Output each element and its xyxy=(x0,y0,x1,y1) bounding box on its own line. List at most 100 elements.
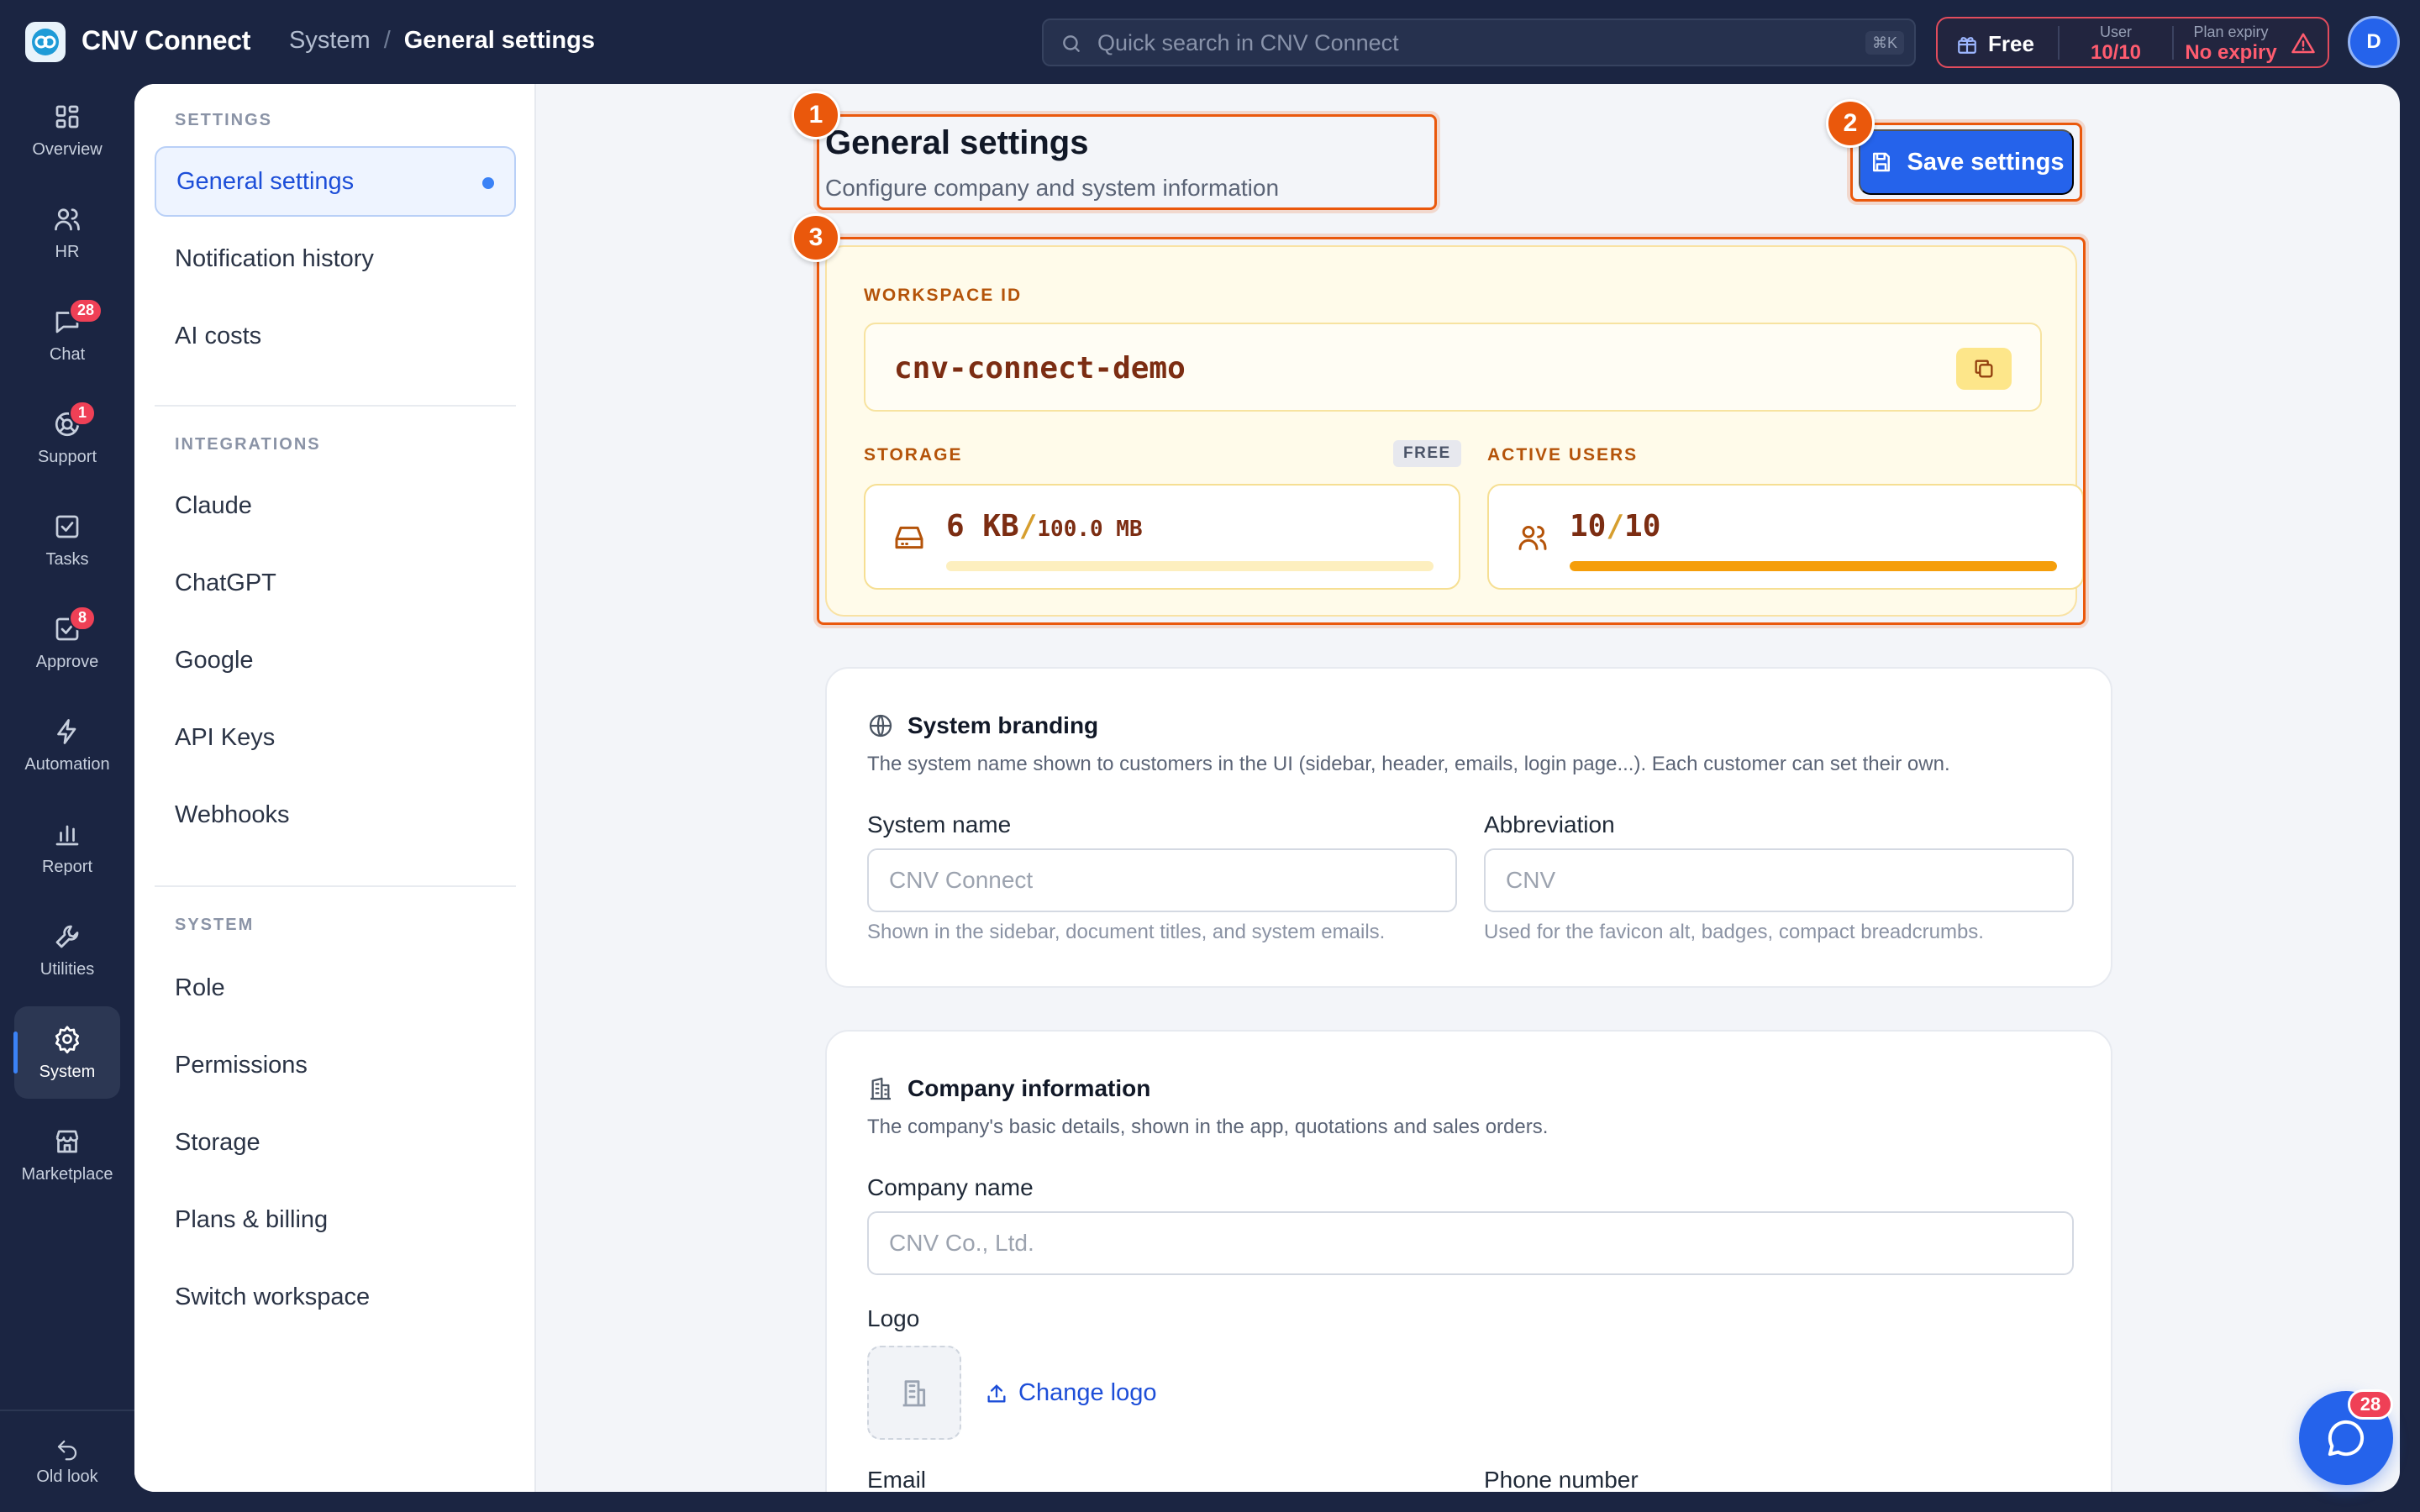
company-name-label: Company name xyxy=(867,1174,1034,1200)
rail-label: System xyxy=(39,1062,96,1081)
plan-badge[interactable]: Free xyxy=(1956,31,2034,57)
company-name-input[interactable] xyxy=(867,1211,2074,1275)
plan-user-count: User 10/10 xyxy=(2062,23,2170,65)
rail-label: Utilities xyxy=(39,959,95,979)
rail-item-chat[interactable]: 28 Chat xyxy=(14,289,120,381)
global-search[interactable]: Quick search in CNV Connect ⌘K xyxy=(1042,18,1916,66)
rail-item-hr[interactable]: HR xyxy=(14,186,120,279)
subnav-item-ai-costs[interactable]: AI costs xyxy=(155,301,516,371)
subnav-item-claude[interactable]: Claude xyxy=(155,470,516,541)
main-panel: SETTINGS General settings Notification h… xyxy=(134,84,2400,1492)
rail-item-report[interactable]: Report xyxy=(14,801,120,894)
breadcrumb-separator: / xyxy=(383,27,391,54)
rail-label: Old look xyxy=(36,1467,98,1486)
rail-label: Marketplace xyxy=(21,1164,113,1184)
bar-chart-icon xyxy=(52,819,82,849)
section-caption-system: SYSTEM xyxy=(175,916,255,934)
rail-item-support[interactable]: 1 Support xyxy=(14,391,120,484)
plan-expiry: Plan expiry No expiry xyxy=(2176,23,2286,65)
globe-icon xyxy=(867,712,894,739)
plan-status[interactable]: Free User 10/10 Plan expiry No expiry xyxy=(1936,17,2329,68)
gift-icon xyxy=(1956,34,1978,55)
rail-label: Tasks xyxy=(45,549,89,569)
plan-expiry-value: No expiry xyxy=(2185,41,2277,64)
search-shortcut: ⌘K xyxy=(1865,31,1904,55)
change-logo-button[interactable]: Change logo xyxy=(985,1379,1156,1407)
rail-item-marketplace[interactable]: Marketplace xyxy=(14,1109,120,1201)
abbreviation-help: Used for the favicon alt, badges, compac… xyxy=(1484,921,1984,943)
change-logo-label: Change logo xyxy=(1018,1379,1157,1406)
subnav-item-switch-workspace[interactable]: Switch workspace xyxy=(155,1262,516,1332)
rail-badge: 1 xyxy=(69,400,96,426)
annotation-marker-3: 3 xyxy=(792,213,840,262)
subnav-item-permissions[interactable]: Permissions xyxy=(155,1030,516,1100)
section-caption-settings: SETTINGS xyxy=(175,111,273,129)
rail-item-automation[interactable]: Automation xyxy=(14,699,120,791)
subnav-item-storage[interactable]: Storage xyxy=(155,1107,516,1178)
section-description: The system name shown to customers in th… xyxy=(867,753,1950,775)
breadcrumb-parent[interactable]: System xyxy=(289,27,371,55)
system-name-input[interactable] xyxy=(867,848,1457,912)
section-description: The company's basic details, shown in th… xyxy=(867,1116,1549,1138)
lightning-icon xyxy=(52,717,82,747)
lifebuoy-icon: 1 xyxy=(52,400,96,439)
rail-label: Automation xyxy=(24,754,110,774)
plan-expiry-caption: Plan expiry xyxy=(2193,24,2269,40)
subnav-item-notification-history[interactable]: Notification history xyxy=(155,223,516,294)
rail-label: HR xyxy=(55,242,80,261)
abbreviation-label: Abbreviation xyxy=(1484,811,1615,837)
logo-placeholder[interactable] xyxy=(867,1346,961,1440)
rail-item-tasks[interactable]: Tasks xyxy=(14,494,120,586)
top-bar: CNV Connect System / General settings Qu… xyxy=(0,0,2420,84)
subnav-item-role[interactable]: Role xyxy=(155,953,516,1023)
annotation-box-3 xyxy=(817,237,2086,625)
system-name-help: Shown in the sidebar, document titles, a… xyxy=(867,921,1386,943)
abbreviation-input[interactable] xyxy=(1484,848,2074,912)
subnav-item-webhooks[interactable]: Webhooks xyxy=(155,780,516,850)
active-dot xyxy=(482,177,494,189)
rail-item-system[interactable]: System xyxy=(13,1006,120,1099)
plan-name: Free xyxy=(1988,31,2034,56)
rail-label: Approve xyxy=(35,652,99,671)
subnav-item-chatgpt[interactable]: ChatGPT xyxy=(155,548,516,618)
app-logo-icon[interactable] xyxy=(25,22,66,62)
rail-label: Overview xyxy=(32,139,103,159)
rail-item-utilities[interactable]: Utilities xyxy=(14,904,120,996)
user-avatar[interactable]: D xyxy=(2348,16,2400,68)
section-title: System branding xyxy=(908,712,1099,738)
rail-label: Support xyxy=(37,447,97,466)
section-caption-integrations: INTEGRATIONS xyxy=(175,435,321,454)
settings-subnav: SETTINGS General settings Notification h… xyxy=(134,84,536,1492)
store-icon xyxy=(52,1126,82,1157)
search-placeholder[interactable]: Quick search in CNV Connect xyxy=(1097,30,1399,56)
approve-icon: 8 xyxy=(52,605,96,644)
app-name[interactable]: CNV Connect xyxy=(82,25,250,56)
subnav-item-label: General settings xyxy=(176,167,355,195)
annotation-box-1 xyxy=(817,114,1437,210)
undo-icon xyxy=(55,1437,80,1462)
rail-item-old-look[interactable]: Old look xyxy=(14,1420,120,1504)
breadcrumb-current: General settings xyxy=(403,27,595,54)
plan-divider xyxy=(2172,26,2174,60)
system-name-label: System name xyxy=(867,811,1012,837)
chat-bubble-icon xyxy=(2323,1415,2369,1461)
annotation-box-2 xyxy=(1850,123,2082,202)
rail-badge: 8 xyxy=(69,605,96,631)
rail-badge: 28 xyxy=(69,297,103,323)
subnav-item-plans-billing[interactable]: Plans & billing xyxy=(155,1184,516,1255)
company-information-card: Company information The company's basic … xyxy=(825,1030,2112,1492)
subnav-item-general-settings[interactable]: General settings xyxy=(155,146,516,217)
plan-divider xyxy=(2058,26,2060,60)
subnav-item-api-keys[interactable]: API Keys xyxy=(155,702,516,773)
gear-icon xyxy=(52,1024,82,1054)
subnav-item-google[interactable]: Google xyxy=(155,625,516,696)
app-rail: Overview HR 28 Chat 1 Support Tasks 8 Ap… xyxy=(0,84,134,1512)
rail-item-overview[interactable]: Overview xyxy=(14,84,120,176)
users-icon xyxy=(52,204,82,234)
rail-item-approve[interactable]: 8 Approve xyxy=(14,596,120,689)
plan-user-caption: User xyxy=(2099,24,2132,40)
breadcrumb: System / General settings xyxy=(289,27,595,55)
wrench-icon xyxy=(52,921,82,952)
building-icon xyxy=(867,1075,894,1102)
subnav-divider xyxy=(155,885,516,887)
